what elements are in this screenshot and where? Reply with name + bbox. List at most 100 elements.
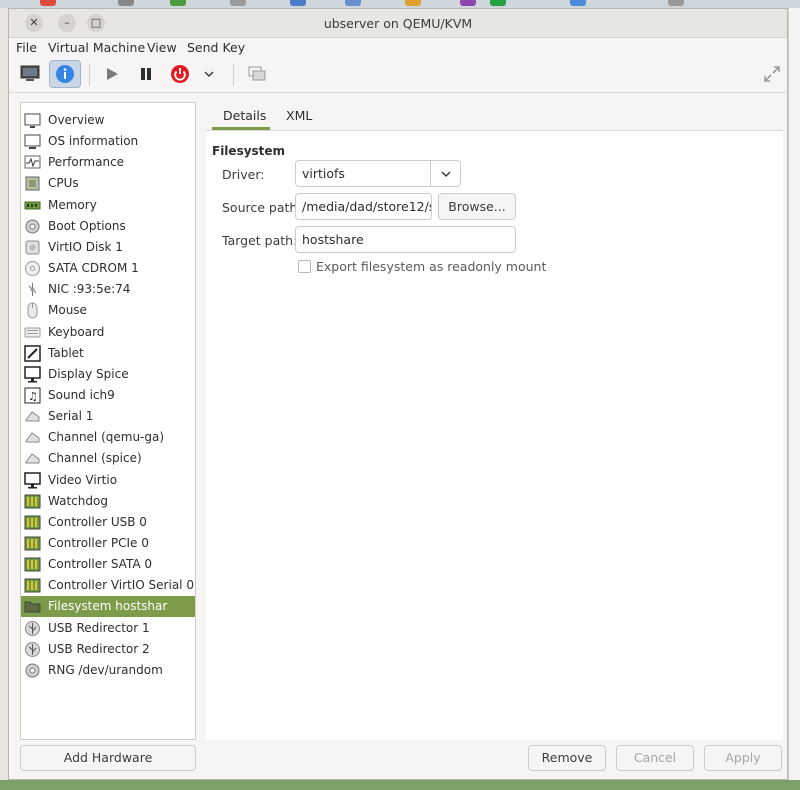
tab-xml[interactable]: XML (286, 108, 312, 123)
menubar: File Virtual Machine View Send Key (9, 38, 787, 58)
sidebar-item[interactable]: Video Virtio (21, 470, 195, 491)
sidebar-item[interactable]: Channel (qemu-ga) (21, 427, 195, 448)
add-hardware-button[interactable]: Add Hardware (20, 745, 196, 771)
toolbar-separator (89, 64, 90, 86)
folder-icon (24, 598, 41, 615)
dock-app-icon[interactable] (40, 0, 56, 6)
sidebar-item-label: Sound ich9 (48, 387, 115, 402)
dock-app-icon[interactable] (490, 0, 506, 6)
sidebar-item[interactable]: USB Redirector 2 (21, 639, 195, 660)
console-view-button[interactable] (15, 61, 45, 87)
usb-icon (24, 641, 41, 658)
run-button[interactable] (97, 61, 127, 87)
desktop-background-window (788, 8, 800, 790)
sidebar-item[interactable]: NIC :93:5e:74 (21, 279, 195, 300)
driver-dropdown-toggle[interactable] (430, 161, 460, 186)
source-path-label: Source path: (222, 200, 302, 215)
sidebar-item-label: Display Spice (48, 366, 129, 381)
sidebar-item-label: Channel (qemu-ga) (48, 430, 165, 445)
desktop-bottom-strip (0, 780, 800, 790)
readonly-checkbox-label[interactable]: Export filesystem as readonly mount (316, 259, 546, 274)
menu-virtual-machine[interactable]: Virtual Machine (48, 40, 145, 55)
sidebar-item[interactable]: OS information (21, 131, 195, 152)
sidebar-item[interactable]: Controller VirtIO Serial 0 (21, 575, 195, 596)
dock-app-icon[interactable] (668, 0, 684, 6)
sidebar-item[interactable]: Keyboard (21, 322, 195, 343)
pause-button[interactable] (131, 61, 161, 87)
vm-details-window: ✕ – □ ubserver on QEMU/KVM File Virtual … (8, 8, 788, 780)
display-icon (24, 471, 41, 489)
sidebar-item-label: Watchdog (48, 493, 108, 508)
svg-text:♫: ♫ (28, 390, 38, 403)
controller-icon (24, 577, 41, 594)
memory-icon (24, 197, 41, 214)
fullscreen-button[interactable] (757, 61, 787, 87)
readonly-checkbox[interactable] (298, 260, 311, 273)
sidebar-item-label: OS information (48, 134, 139, 149)
menu-file[interactable]: File (16, 40, 37, 55)
sidebar-item[interactable]: RNG /dev/urandom (21, 660, 195, 681)
dock-app-icon[interactable] (170, 0, 186, 6)
details-panel: Details XML Filesystem Driver: virtiofs … (206, 102, 783, 740)
cpu-icon (24, 175, 41, 192)
driver-select[interactable]: virtiofs (295, 160, 461, 187)
chevron-down-icon (440, 170, 451, 177)
sidebar-item[interactable]: Controller USB 0 (21, 512, 195, 533)
dock-app-icon[interactable] (570, 0, 586, 6)
sidebar-item[interactable]: Boot Options (21, 216, 195, 237)
source-path-input[interactable]: /media/dad/store12/st (295, 193, 432, 220)
sidebar-item[interactable]: Performance (21, 152, 195, 173)
dock-app-icon[interactable] (460, 0, 476, 6)
display-icon (24, 366, 41, 383)
sidebar-item[interactable]: Overview (21, 110, 195, 131)
apply-button[interactable]: Apply (704, 745, 782, 771)
sidebar-item[interactable]: Channel (spice) (21, 448, 195, 469)
window-title: ubserver on QEMU/KVM (323, 16, 473, 31)
sidebar-item[interactable]: VirtIO Disk 1 (21, 237, 195, 258)
sidebar-item[interactable]: SATA CDROM 1 (21, 258, 195, 279)
sidebar-item[interactable]: Display Spice (21, 364, 195, 385)
sidebar-item[interactable]: Memory (21, 195, 195, 216)
titlebar: ✕ – □ ubserver on QEMU/KVM (9, 9, 787, 38)
dock-app-icon[interactable] (405, 0, 421, 6)
dock-app-icon[interactable] (345, 0, 361, 6)
power-icon (171, 65, 189, 83)
sidebar-item[interactable]: Controller SATA 0 (21, 554, 195, 575)
sidebar-item[interactable]: Serial 1 (21, 406, 195, 427)
dock-app-icon[interactable] (290, 0, 306, 6)
snapshots-button[interactable] (242, 61, 272, 87)
sidebar-item[interactable]: USB Redirector 1 (21, 618, 195, 639)
sidebar-item[interactable]: Filesystem hostshar (21, 596, 195, 618)
shutdown-menu-button[interactable] (199, 61, 219, 87)
sidebar-item[interactable]: Watchdog (21, 491, 195, 512)
sidebar-item[interactable]: CPUs (21, 173, 195, 194)
sidebar-item[interactable]: Mouse (21, 300, 195, 321)
sidebar-item-label: Serial 1 (48, 409, 94, 424)
tab-details[interactable]: Details (223, 108, 266, 123)
details-view-button[interactable] (49, 60, 81, 88)
sidebar-item-label: Video Virtio (48, 472, 118, 487)
channel-icon (24, 450, 41, 467)
sidebar-item[interactable]: Controller PCIe 0 (21, 533, 195, 554)
controller-icon (24, 556, 41, 573)
menu-send-key[interactable]: Send Key (187, 40, 245, 55)
menu-view[interactable]: View (147, 40, 177, 55)
sidebar-item-label: Performance (48, 155, 125, 170)
target-path-input[interactable]: hostshare (295, 226, 516, 253)
snapshot-icon (248, 66, 266, 81)
shutdown-button[interactable] (165, 61, 195, 87)
mouse-icon (24, 302, 41, 319)
cancel-button[interactable]: Cancel (616, 745, 694, 771)
toolbar (9, 58, 787, 93)
sidebar-item-label: VirtIO Disk 1 (48, 239, 123, 254)
dock-app-icon[interactable] (230, 0, 246, 6)
sidebar-item[interactable]: ♫ Sound ich9 (21, 385, 195, 406)
browse-button[interactable]: Browse... (438, 193, 516, 220)
dock-app-icon[interactable] (118, 0, 134, 6)
remove-button[interactable]: Remove (528, 745, 606, 771)
network-icon (24, 281, 41, 298)
sidebar-item-label: RNG /dev/urandom (48, 662, 163, 677)
sidebar-item[interactable]: Tablet (21, 343, 195, 364)
usb-icon (24, 620, 41, 637)
sidebar-item-label: Channel (spice) (48, 451, 142, 466)
